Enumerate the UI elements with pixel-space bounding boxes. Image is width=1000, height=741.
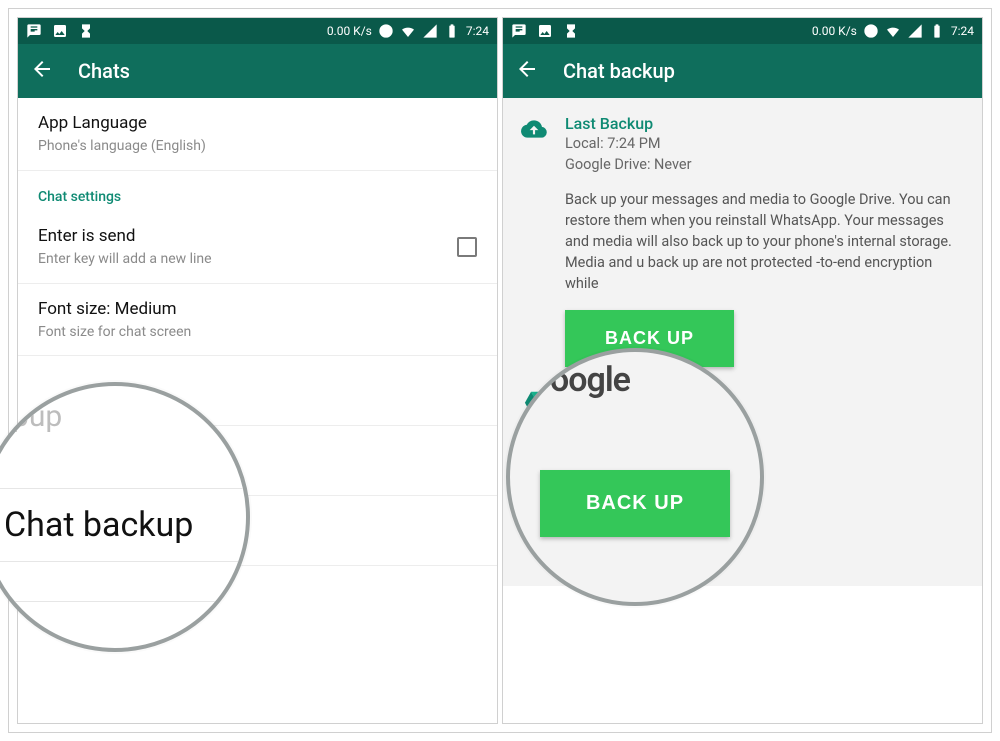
last-backup-section: Last Backup Local: 7:24 PM Google Drive:… (503, 98, 982, 383)
hourglass-icon (563, 23, 579, 39)
app-bar: Chat backup (503, 44, 982, 98)
magnifier-google-text: oogle (550, 360, 630, 400)
last-backup-local: Local: 7:24 PM (565, 133, 964, 154)
enter-is-send-row[interactable]: Enter is send Enter key will add a new l… (18, 211, 497, 284)
clock: 7:24 (466, 24, 489, 38)
message-icon (26, 23, 42, 39)
cloud-upload-icon (521, 114, 549, 367)
app-language-row[interactable]: App Language Phone's language (English) (18, 98, 497, 171)
hourglass-icon (78, 23, 94, 39)
sync-icon (863, 23, 879, 39)
wifi-icon (400, 23, 416, 39)
magnifier-backup-button: oogle BACK UP (506, 348, 764, 606)
sync-icon (378, 23, 394, 39)
app-bar: Chats (18, 44, 497, 98)
last-backup-gdrive: Google Drive: Never (565, 154, 964, 175)
enter-is-send-title: Enter is send (38, 225, 212, 248)
last-backup-heading: Last Backup (565, 114, 964, 133)
font-size-row[interactable]: Font size: Medium Font size for chat scr… (18, 284, 497, 357)
chat-settings-label: Chat settings (18, 171, 497, 211)
clock: 7:24 (951, 24, 974, 38)
font-size-sub: Font size for chat screen (38, 323, 477, 342)
battery-icon (444, 23, 460, 39)
status-bar: 0.00 K/s 7:24 (503, 18, 982, 44)
wifi-icon (885, 23, 901, 39)
status-bar: 0.00 K/s 7:24 (18, 18, 497, 44)
back-button[interactable] (30, 57, 54, 85)
screen-title: Chats (78, 59, 130, 83)
app-language-title: App Language (38, 112, 477, 135)
signal-icon (907, 23, 923, 39)
backup-description: Back up your messages and media to Googl… (565, 189, 964, 294)
data-rate: 0.00 K/s (812, 24, 857, 38)
font-size-title: Font size: Medium (38, 298, 477, 321)
message-icon (511, 23, 527, 39)
backup-button-zoomed[interactable]: BACK UP (540, 470, 730, 537)
chat-backup-row[interactable]: Chat backup (0, 488, 246, 562)
data-rate: 0.00 K/s (327, 24, 372, 38)
battery-icon (929, 23, 945, 39)
image-icon (52, 23, 68, 39)
app-language-sub: Phone's language (English) (38, 137, 477, 156)
image-icon (537, 23, 553, 39)
back-button[interactable] (515, 57, 539, 85)
enter-is-send-sub: Enter key will add a new line (38, 250, 212, 269)
enter-is-send-checkbox[interactable] (457, 237, 477, 257)
screen-title: Chat backup (563, 59, 675, 83)
signal-icon (422, 23, 438, 39)
